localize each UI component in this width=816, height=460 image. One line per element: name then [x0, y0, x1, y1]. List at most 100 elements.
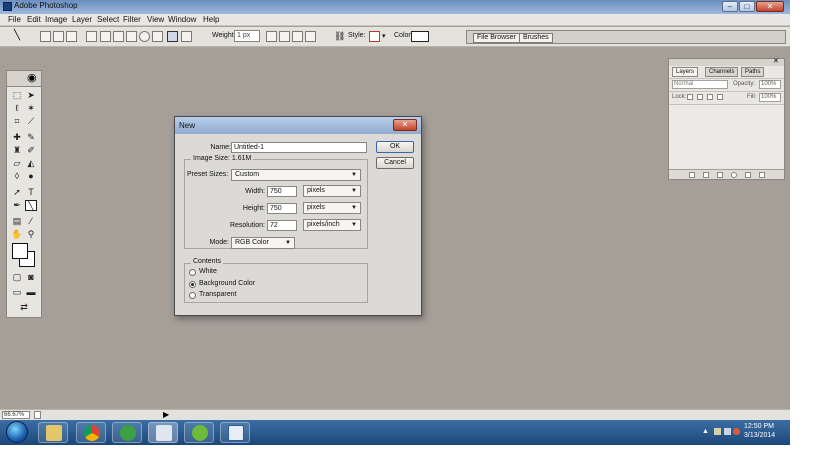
close-button[interactable]: ✕ — [756, 1, 784, 12]
lock-image-icon[interactable] — [697, 94, 703, 100]
lasso-tool-icon[interactable]: ℓ — [11, 103, 23, 114]
menu-help[interactable]: Help — [203, 15, 219, 24]
menu-edit[interactable]: Edit — [27, 15, 41, 24]
blur-tool-icon[interactable]: ◊ — [11, 171, 23, 182]
rectangle-shape-icon[interactable] — [113, 31, 124, 42]
path-selection-tool-icon[interactable]: ➚ — [11, 187, 23, 198]
preset-sizes-select[interactable]: Custom ▼ — [231, 169, 361, 181]
history-brush-tool-icon[interactable]: ✐ — [25, 145, 37, 156]
screen-mode-full-icon[interactable]: ▬ — [25, 287, 37, 298]
tab-paths[interactable]: Paths — [741, 67, 765, 77]
marquee-tool-icon[interactable]: ⬚ — [11, 90, 23, 101]
width-input[interactable]: 750 — [267, 186, 297, 197]
menu-view[interactable]: View — [147, 15, 164, 24]
radio-background-color[interactable] — [189, 281, 196, 288]
foreground-color-swatch[interactable] — [12, 243, 28, 259]
fill-pixels-icon[interactable] — [66, 31, 77, 42]
custom-shape-icon[interactable] — [181, 31, 192, 42]
ellipse-shape-icon[interactable] — [139, 31, 150, 42]
document-info-icon[interactable] — [34, 411, 41, 419]
tab-channels[interactable]: Channels — [705, 67, 739, 77]
taskbar-app-green[interactable] — [184, 422, 214, 443]
move-tool-icon[interactable]: ➤ — [25, 90, 37, 101]
taskbar-utorrent[interactable] — [112, 422, 142, 443]
eyedropper-tool-icon[interactable]: ⁄ — [25, 216, 37, 227]
line-tool-icon[interactable]: ╲ — [25, 200, 37, 211]
lock-all-icon[interactable] — [717, 94, 723, 100]
zoom-field[interactable]: 66.67% — [2, 411, 30, 419]
taskbar-explorer[interactable] — [38, 422, 68, 443]
clock-time[interactable]: 12:50 PM — [744, 423, 774, 430]
blend-mode-select[interactable]: Normal — [672, 80, 728, 89]
type-tool-icon[interactable]: T — [25, 187, 37, 198]
tab-brushes[interactable]: Brushes — [519, 33, 553, 43]
cancel-button[interactable]: Cancel — [376, 157, 414, 169]
menu-filter[interactable]: Filter — [123, 15, 141, 24]
taskbar-app-window[interactable] — [220, 422, 250, 443]
jump-to-imageready-icon[interactable]: ⇄ — [11, 302, 37, 313]
taskbar-photoshop[interactable] — [148, 422, 178, 443]
slice-tool-icon[interactable]: ⟋ — [25, 116, 37, 127]
radio-transparent[interactable] — [189, 292, 196, 299]
add-to-shape-icon[interactable] — [266, 31, 277, 42]
dodge-tool-icon[interactable]: ● — [25, 171, 37, 182]
line-tool-icon[interactable]: ╲ — [14, 31, 25, 42]
intersect-shape-icon[interactable] — [292, 31, 303, 42]
panel-close-icon[interactable]: ✕ — [773, 57, 779, 65]
tab-file-browser[interactable]: File Browser — [473, 33, 520, 43]
radio-white[interactable] — [189, 269, 196, 276]
line-shape-icon[interactable] — [167, 31, 178, 42]
opacity-field[interactable]: 100% — [759, 80, 781, 89]
clone-stamp-tool-icon[interactable]: ♜ — [11, 145, 23, 156]
chevron-down-icon[interactable]: ▾ — [382, 32, 386, 40]
exclude-shape-icon[interactable] — [305, 31, 316, 42]
color-swatch[interactable] — [411, 31, 429, 42]
pen-tool-icon[interactable] — [86, 31, 97, 42]
quick-mask-mode-icon[interactable]: ◙ — [25, 272, 37, 283]
trash-icon[interactable] — [759, 172, 765, 178]
ok-button[interactable]: OK — [376, 141, 414, 153]
new-set-icon[interactable] — [717, 172, 723, 178]
freeform-pen-icon[interactable] — [100, 31, 111, 42]
height-input[interactable]: 750 — [267, 203, 297, 214]
zoom-tool-icon[interactable]: ⚲ — [25, 229, 37, 240]
magic-wand-tool-icon[interactable]: ✶ — [25, 103, 37, 114]
status-menu-arrow-icon[interactable]: ▶ — [163, 410, 169, 419]
taskbar-chrome[interactable] — [76, 422, 106, 443]
paths-icon[interactable] — [53, 31, 64, 42]
menu-select[interactable]: Select — [97, 15, 119, 24]
minimize-button[interactable]: – — [722, 1, 738, 12]
volume-icon[interactable] — [733, 428, 740, 435]
resolution-unit-select[interactable]: pixels/inch ▼ — [303, 219, 361, 231]
screen-mode-standard-icon[interactable]: ▭ — [11, 287, 23, 298]
height-unit-select[interactable]: pixels ▼ — [303, 202, 361, 214]
style-swatch[interactable] — [369, 31, 380, 42]
weight-field[interactable]: 1 px — [234, 30, 260, 42]
lock-transparency-icon[interactable] — [687, 94, 693, 100]
menu-file[interactable]: File — [8, 15, 21, 24]
fill-field[interactable]: 100% — [759, 93, 781, 102]
dialog-close-button[interactable]: ✕ — [393, 119, 417, 131]
layer-style-icon[interactable] — [689, 172, 695, 178]
menu-image[interactable]: Image — [45, 15, 67, 24]
layer-mask-icon[interactable] — [703, 172, 709, 178]
new-layer-icon[interactable] — [745, 172, 751, 178]
tab-layers[interactable]: Layers — [672, 67, 699, 77]
lock-position-icon[interactable] — [707, 94, 713, 100]
link-icon[interactable]: ⛓ — [334, 31, 345, 42]
resolution-input[interactable]: 72 — [267, 220, 297, 231]
hand-tool-icon[interactable]: ✋ — [11, 229, 23, 240]
photoshop-eye-icon[interactable]: ◉ — [27, 73, 37, 84]
maximize-button[interactable]: □ — [739, 1, 755, 12]
eraser-tool-icon[interactable]: ▱ — [11, 158, 23, 169]
clock-date[interactable]: 3/13/2014 — [744, 432, 775, 439]
rounded-rectangle-icon[interactable] — [126, 31, 137, 42]
menu-window[interactable]: Window — [168, 15, 196, 24]
action-center-icon[interactable] — [714, 428, 721, 435]
name-input[interactable]: Untitled-1 — [231, 142, 367, 153]
polygon-shape-icon[interactable] — [152, 31, 163, 42]
notes-tool-icon[interactable]: ▤ — [11, 216, 23, 227]
start-button[interactable] — [6, 421, 28, 443]
standard-mode-icon[interactable]: ▢ — [11, 272, 23, 283]
adjustment-layer-icon[interactable] — [731, 172, 737, 178]
